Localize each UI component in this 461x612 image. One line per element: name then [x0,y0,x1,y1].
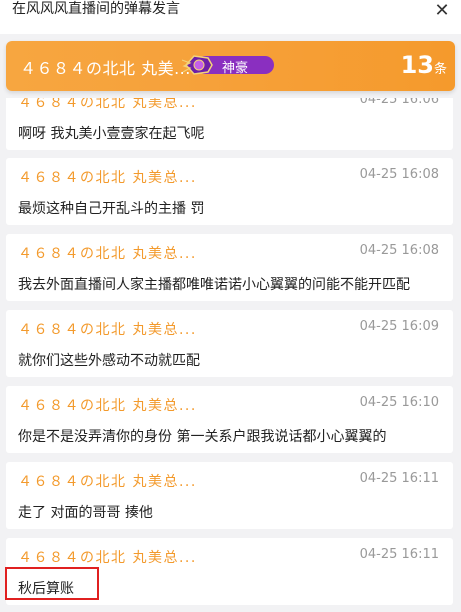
message-text: 我去外面直播间人家主播都唯唯诺诺小心翼翼的问能不能开匹配 [18,277,410,293]
message-card: ４６８４の北北 丸美总... 04-25 16:11 走了 对面的哥哥 揍他 [6,462,453,529]
message-time: 04-25 16:11 [359,471,439,486]
message-card: ４６８４の北北 丸美总... 04-25 16:10 你是不是没弄清你的身份 第… [6,386,453,453]
count-unit: 条 [433,62,447,77]
message-time: 04-25 16:10 [359,395,439,410]
close-icon[interactable]: ✕ [433,2,451,20]
message-count: 13条 [401,51,447,79]
message-username: ４６８４の北北 丸美总... [18,246,197,262]
message-username: ４６８４の北北 丸美总... [18,170,197,186]
user-summary-banner: ４６８４の北北 丸美... 神豪 13条 [6,41,455,91]
badge-label: 神豪 [222,61,249,76]
message-username: ４６８４の北北 丸美总... [18,398,197,414]
message-time: 04-25 16:11 [359,547,439,562]
window-title: 在风风风直播间的弹幕发言 [12,1,180,17]
message-time: 04-25 16:08 [359,167,439,182]
message-card: ４６８４の北北 丸美总... 04-25 16:09 就你们这些外感动不动就匹配 [6,310,453,377]
message-text: 最烦这种自己开乱斗的主播 罚 [18,201,205,217]
title-bar: 在风风风直播间的弹幕发言 ✕ [0,0,461,34]
count-number: 13 [400,51,434,79]
message-time: 04-25 16:09 [359,319,439,334]
message-username: ４６８４の北北 丸美总... [18,474,197,490]
message-username: ４６８４の北北 丸美总... [18,322,197,338]
message-username: ４６８４の北北 丸美总... [18,98,197,111]
message-time: 04-25 16:06 [359,98,439,107]
message-time: 04-25 16:08 [359,243,439,258]
message-username: ４６８４の北北 丸美总... [18,550,197,566]
message-text: 啊呀 我丸美小壹壹家在起飞呢 [18,126,205,142]
highlight-box [5,567,99,600]
message-text: 你是不是没弄清你的身份 第一关系户跟我说话都小心翼翼的 [18,429,387,445]
message-card: ４６８４の北北 丸美总... 04-25 16:06 啊呀 我丸美小壹壹家在起飞… [6,98,453,150]
message-text: 就你们这些外感动不动就匹配 [18,353,200,369]
message-card: ４６８４の北北 丸美总... 04-25 16:08 我去外面直播间人家主播都唯… [6,234,453,301]
shenhao-badge: 神豪 [182,54,276,76]
message-list[interactable]: ４６８４の北北 丸美总... 04-25 16:06 啊呀 我丸美小壹壹家在起飞… [0,98,461,612]
message-card: ４６８４の北北 丸美总... 04-25 16:08 最烦这种自己开乱斗的主播 … [6,158,453,225]
message-text: 走了 对面的哥哥 揍他 [18,505,153,521]
banner-username: ４６８４の北北 丸美... [20,59,191,78]
